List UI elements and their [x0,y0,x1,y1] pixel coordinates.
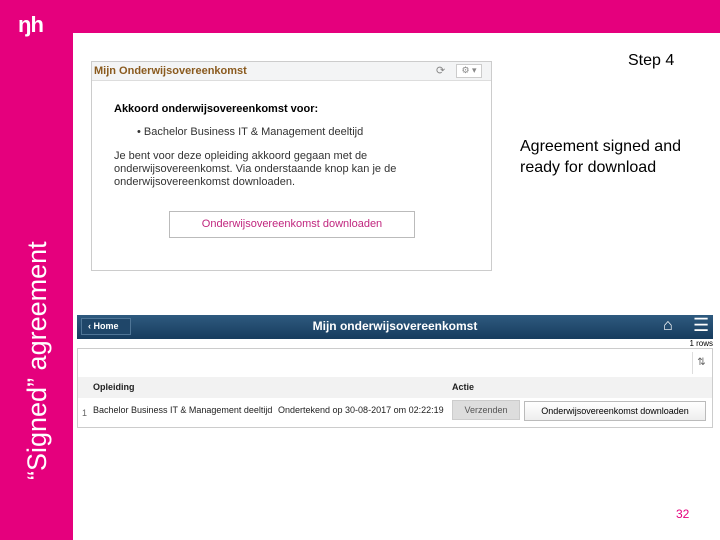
agreement-paragraph: Je bent voor deze opleiding akkoord gega… [114,150,397,188]
app-title: Mijn onderwijsovereenkomst [312,319,478,333]
table-row: 1 Bachelor Business IT & Management deel… [78,398,712,426]
row-download-button[interactable]: Onderwijsovereenkomst downloaden [524,401,706,421]
logo: ŋh [18,12,44,37]
agreement-app: ‹ Home Mijn onderwijsovereenkomst ⌂ ☰ 1 … [77,315,713,428]
panel-title: Mijn Onderwijsovereenkomst [94,65,247,77]
agreement-panel: Mijn Onderwijsovereenkomst ⟳ ⚙ ▾ Akkoord… [91,61,492,271]
column-header-opleiding: Opleiding [93,382,135,392]
download-agreement-button[interactable]: Onderwijsovereenkomst downloaden [169,211,415,238]
send-button[interactable]: Verzenden [452,400,520,420]
home-icon[interactable]: ⌂ [663,317,673,335]
grid-header: Opleiding Actie [78,377,712,398]
app-header: ‹ Home Mijn onderwijsovereenkomst ⌂ ☰ [77,315,713,339]
sort-icon[interactable]: ⇅ [692,352,710,374]
row-status: Ondertekend op 30-08-2017 om 02:22:19 [278,405,444,415]
step-label: Step 4 [628,52,675,69]
agreement-grid: ⇅ Opleiding Actie 1 Bachelor Business IT… [77,348,713,428]
panel-header: Mijn Onderwijsovereenkomst ⟳ ⚙ ▾ [92,62,491,81]
program-list-item: • Bachelor Business IT & Management deel… [137,126,364,138]
row-program: Bachelor Business IT & Management deelti… [93,405,273,415]
top-brand-bar [0,0,720,33]
rows-count: 1 rows [689,339,713,348]
menu-icon[interactable]: ☰ [693,315,709,336]
gear-icon[interactable]: ⚙ ▾ [456,64,482,78]
row-number: 1 [82,408,88,418]
slide-title: “Signed” agreement [22,241,52,480]
program-name: Bachelor Business IT & Management deelti… [143,126,364,138]
refresh-icon[interactable]: ⟳ [436,64,445,77]
step-description: Agreement signed and ready for download [520,138,681,176]
column-header-actie: Actie [452,382,475,392]
page-number: 32 [676,507,690,521]
agreement-heading: Akkoord onderwijsovereenkomst voor: [114,103,319,115]
